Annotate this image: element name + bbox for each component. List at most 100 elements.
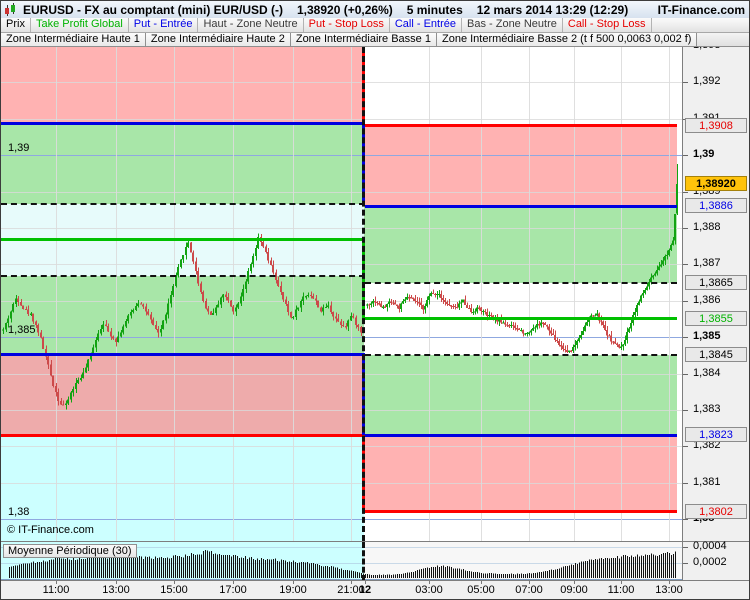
legend-item-label: Take Profit Global [35, 18, 123, 30]
price-axis[interactable]: 1,3931,3921,3911,391,3891,3881,3871,3861… [682, 47, 749, 541]
level-line-put-entree [365, 204, 677, 208]
legend-item-label: Prix [6, 18, 25, 30]
indicator-panel[interactable]: Moyenne Périodique (30) [1, 541, 682, 580]
minor-gridline [1, 264, 682, 266]
zone-button-4[interactable]: Zone Intermédiaire Basse 2 (t f 500 0,00… [436, 33, 698, 46]
zone-button-label: Zone Intermédiaire Basse 2 (t f 500 0,00… [441, 33, 692, 45]
inplot-price-label: 1,38 [8, 506, 30, 519]
level-line-put-stop-loss [365, 124, 677, 128]
level-line-take-profit [1, 238, 365, 242]
legend-item-label: Put - Stop Loss [308, 18, 384, 30]
zone-button-1[interactable]: Zone Intermédiaire Haute 1 [1, 33, 146, 46]
legend-item-label: Put - Entrée [133, 18, 193, 30]
vertical-gridline [669, 47, 670, 541]
price-axis-label: 1,381 [693, 475, 721, 488]
zone-button-3[interactable]: Zone Intermédiaire Basse 1 [290, 33, 437, 46]
price-badge-bas-zone-neutre: 1,3845 [685, 347, 747, 363]
minor-gridline [1, 300, 682, 302]
level-line-put-entree [1, 121, 365, 125]
level-line-bas-zone-neutre [1, 274, 365, 277]
legend-item-label: Bas - Zone Neutre [467, 18, 557, 30]
price-axis-label: 1,386 [693, 293, 721, 306]
zone-button-label: Zone Intermédiaire Basse 1 [295, 33, 431, 45]
price-badge-put-stop-loss: 1,3908 [685, 117, 747, 133]
vertical-gridline [481, 47, 482, 541]
time-axis-label: 11:00 [607, 584, 635, 596]
legend-item-haut-zone-neutre[interactable]: Haut - Zone Neutre [198, 18, 304, 32]
price-axis-tick [683, 373, 688, 375]
last-price-change: 1,38920 (+0,26%) [297, 2, 393, 17]
zone-buttons-bar: Zone Intermédiaire Haute 1 Zone Intermédi… [1, 33, 749, 47]
candlestick-icon [4, 3, 18, 16]
title-bar: EURUSD - FX au comptant (mini) EUR/USD (… [1, 1, 749, 19]
price-axis-tick [683, 482, 688, 484]
minor-gridline [1, 446, 682, 448]
legend-item-take-profit-global[interactable]: Take Profit Global [31, 18, 129, 32]
indicator-name-label[interactable]: Moyenne Périodique (30) [3, 544, 137, 558]
price-axis-tick [683, 191, 688, 193]
time-axis[interactable]: 11:00 13:00 15:00 17:00 19:00 21:00 12 03:00 05:… [1, 580, 749, 599]
minor-gridline [1, 227, 682, 229]
zone-button-label: Zone Intermédiaire Haute 1 [6, 33, 140, 45]
vertical-gridline [574, 47, 575, 541]
major-gridline [1, 155, 682, 157]
indicator-axis-tick [683, 547, 688, 548]
level-line-call-stop-loss [1, 433, 365, 437]
legend-item-prix[interactable]: Prix [1, 18, 31, 32]
legend-item-call-stop-loss[interactable]: Call - Stop Loss [563, 18, 652, 32]
legend-item-label: Call - Entrée [394, 18, 456, 30]
zone-rect-right [364, 125, 677, 207]
level-line-haut-zone-neutre [365, 281, 677, 284]
minor-gridline [1, 373, 682, 375]
legend-item-bas-zone-neutre[interactable]: Bas - Zone Neutre [462, 18, 563, 32]
level-line-take-profit [365, 317, 677, 321]
legend-item-call-entr-e[interactable]: Call - Entrée [390, 18, 462, 32]
minor-gridline [1, 82, 682, 84]
time-axis-label: 15:00 [160, 584, 188, 596]
indicator-axis-tick [683, 563, 688, 564]
price-axis-tick [683, 446, 688, 448]
level-line-call-entree [1, 353, 365, 357]
price-badge-take-profit: 1,3855 [685, 310, 747, 326]
level-line-call-stop-loss [365, 510, 677, 514]
price-axis-label: 1,39 [693, 148, 715, 161]
legend-item-label: Haut - Zone Neutre [203, 18, 298, 30]
price-badge-call-entree: 1,3823 [685, 427, 747, 443]
inplot-price-label: 1,385 [8, 324, 36, 337]
time-axis-label: 11:00 [42, 584, 70, 596]
price-axis-tick [683, 409, 688, 411]
datetime-label: 12 mars 2014 13:29 (12:29) [476, 2, 629, 17]
price-badge-last-price: 1,38920 [685, 176, 747, 192]
major-gridline [1, 519, 682, 521]
time-axis-label: 12 [358, 584, 372, 596]
time-axis-label: 03:00 [415, 584, 443, 596]
zone-button-2[interactable]: Zone Intermédiaire Haute 2 [145, 33, 291, 46]
instrument-title: EURUSD - FX au comptant (mini) EUR/USD (… [23, 2, 283, 17]
inplot-price-label: 1,39 [8, 142, 30, 155]
price-axis-label: 1,384 [693, 366, 721, 379]
legend-item-put-entr-e[interactable]: Put - Entrée [129, 18, 199, 32]
indicator-axis-label: 0,0002 [693, 556, 727, 568]
main-chart-area[interactable]: © IT-Finance.com 1,39 1,385 1,38 [1, 47, 682, 541]
legend-item-put-stop-loss[interactable]: Put - Stop Loss [304, 18, 390, 32]
price-axis-label: 1,392 [693, 75, 721, 88]
indicator-axis-label: 0,0004 [693, 540, 727, 552]
major-gridline [1, 337, 682, 339]
time-axis-label: 19:00 [279, 584, 307, 596]
price-axis-label: 1,383 [693, 402, 721, 415]
level-line-call-entree [365, 433, 677, 437]
price-axis-label: 1,388 [693, 220, 721, 233]
price-axis-tick [683, 337, 688, 339]
copyright-label: © IT-Finance.com [7, 524, 94, 536]
price-axis-label: 1,385 [693, 330, 721, 343]
price-badge-call-stop-loss: 1,3802 [685, 503, 747, 519]
price-axis-tick [683, 82, 688, 84]
minor-gridline [1, 409, 682, 411]
level-line-bas-zone-neutre [365, 354, 677, 357]
brand-label: IT-Finance.com [657, 2, 745, 17]
time-axis-label: 07:00 [515, 584, 543, 596]
zone-button-label: Zone Intermédiaire Haute 2 [150, 33, 285, 45]
series-legend-bar: Prix Take Profit Global Put - Entrée Haut -… [1, 18, 749, 33]
price-axis-tick [683, 519, 688, 521]
level-line-haut-zone-neutre [1, 202, 365, 205]
